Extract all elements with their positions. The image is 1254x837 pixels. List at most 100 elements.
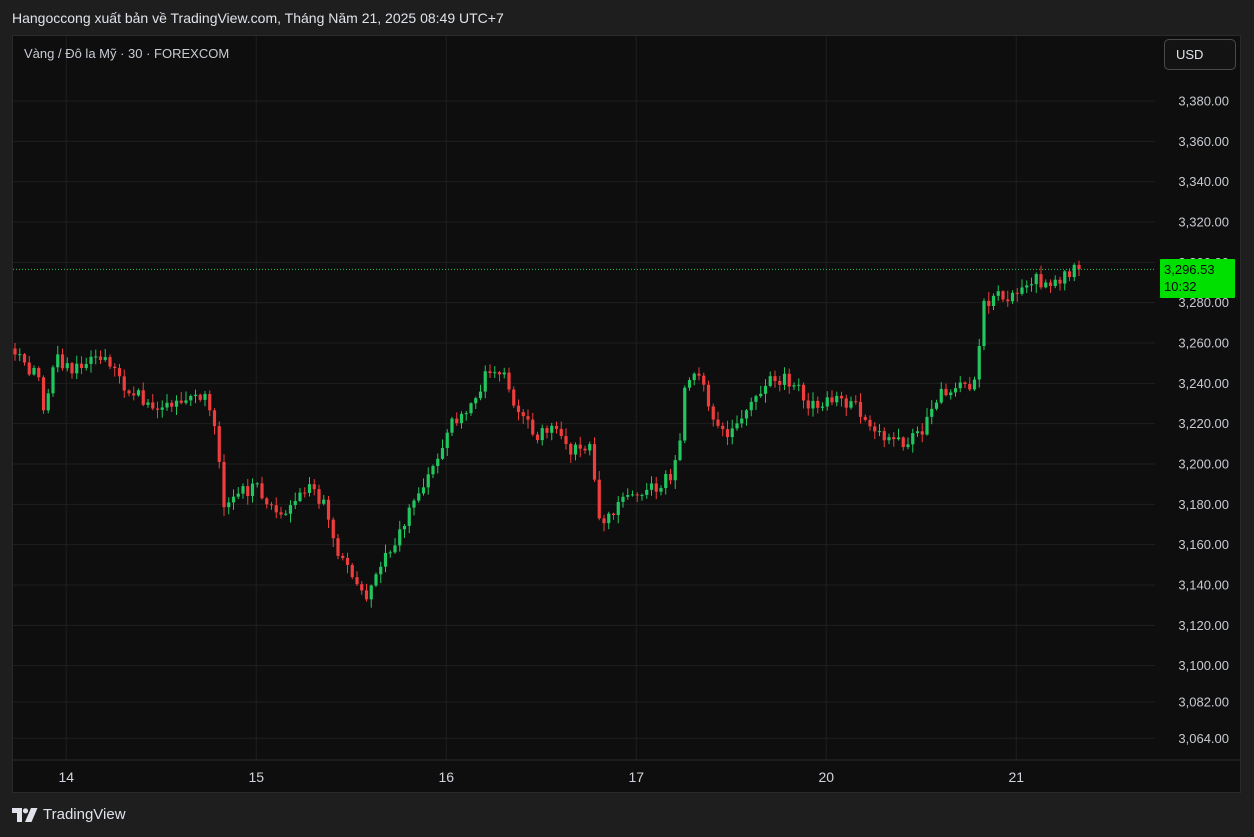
candle-body	[982, 300, 986, 347]
candle-body	[502, 372, 506, 375]
candle-body	[246, 486, 250, 497]
candle-body	[231, 496, 236, 503]
x-tick-label: 16	[438, 769, 454, 785]
candle-body	[336, 538, 340, 556]
candle-body	[241, 486, 245, 494]
candle-body	[702, 375, 706, 385]
candle-body	[37, 367, 41, 378]
candle-body	[526, 416, 530, 420]
y-tick-label: 3,340.00	[1178, 174, 1229, 189]
candle-body	[455, 418, 459, 424]
price-axis[interactable]: 3,380.003,360.003,340.003,320.003,300.00…	[1178, 94, 1229, 746]
candle-body	[288, 505, 293, 514]
candle-body	[208, 394, 212, 411]
candle-body	[13, 348, 17, 355]
candle-body	[203, 394, 207, 400]
candle-body	[934, 402, 939, 409]
candle-body	[388, 552, 392, 554]
price-chart[interactable]: 3,380.003,360.003,340.003,320.003,300.00…	[0, 0, 1254, 837]
y-tick-label: 3,380.00	[1178, 94, 1229, 109]
candle-body	[768, 376, 772, 386]
candle-body	[602, 518, 606, 524]
footer-brand[interactable]: TradingView	[12, 806, 126, 823]
candle-body	[170, 402, 174, 407]
grid-lines	[13, 36, 1155, 760]
candle-body	[521, 412, 525, 417]
candle-body	[193, 394, 198, 397]
candle-body	[630, 494, 635, 496]
candle-body	[645, 489, 649, 495]
time-axis[interactable]: 14 15 16 17 20 21	[13, 759, 1241, 785]
candle-body	[697, 373, 701, 376]
candle-body	[711, 406, 715, 420]
candle-body	[184, 400, 188, 403]
candle-body	[1067, 271, 1072, 278]
last-price-value: 3,296.53	[1164, 262, 1215, 278]
candle-body	[212, 410, 217, 427]
candle-body	[236, 493, 240, 497]
candle-body	[94, 356, 98, 358]
candle-body	[977, 346, 981, 380]
candle-body	[146, 402, 150, 405]
candle-body	[393, 545, 397, 553]
currency-button[interactable]: USD	[1164, 39, 1236, 70]
candle-body	[835, 395, 839, 403]
candle-body	[925, 416, 929, 435]
symbol-label[interactable]: Vàng / Đô la Mỹ · 30 · FOREXCOM	[24, 46, 229, 61]
y-tick-label: 3,200.00	[1178, 457, 1229, 472]
candle-body	[464, 413, 468, 415]
candle-body	[683, 387, 687, 441]
candle-body	[1072, 264, 1076, 278]
candle-body	[1025, 285, 1029, 288]
candle-body	[640, 494, 644, 496]
candle-body	[436, 458, 440, 467]
candle-body	[469, 403, 473, 414]
candle-body	[744, 410, 749, 419]
candle-body	[654, 483, 658, 492]
candle-body	[255, 483, 259, 485]
candle-body	[127, 390, 131, 394]
candle-body	[706, 384, 711, 407]
candle-body	[383, 552, 388, 567]
candle-body	[1029, 284, 1034, 286]
candle-body	[46, 393, 50, 411]
candle-body	[41, 377, 46, 411]
candle-body	[816, 400, 820, 408]
candle-body	[616, 501, 620, 516]
candle-body	[944, 388, 948, 396]
candle-body	[830, 397, 834, 403]
candle-body	[1077, 264, 1081, 270]
candle-body	[407, 507, 411, 526]
candle-body	[160, 407, 164, 410]
candle-body	[141, 390, 145, 405]
candle-body	[440, 447, 445, 459]
candle-body	[132, 393, 136, 396]
candle-body	[858, 401, 863, 417]
candle-body	[611, 513, 616, 516]
candlestick-series	[13, 260, 1081, 608]
y-tick-label: 3,240.00	[1178, 376, 1229, 391]
candle-body	[721, 425, 725, 430]
candle-body	[968, 383, 972, 390]
candle-body	[65, 363, 69, 369]
candle-body	[668, 474, 673, 481]
candle-body	[75, 363, 79, 374]
candle-body	[217, 426, 221, 462]
candle-body	[445, 432, 449, 448]
candle-body	[972, 379, 977, 390]
candle-body	[512, 389, 516, 406]
candle-body	[773, 376, 777, 381]
footer-brand-text: TradingView	[43, 806, 126, 823]
candle-body	[1044, 282, 1048, 288]
candle-body	[896, 437, 901, 440]
candle-body	[573, 444, 578, 455]
candle-body	[483, 371, 487, 392]
candle-body	[117, 368, 122, 377]
candle-body	[550, 425, 554, 433]
candle-body	[113, 366, 117, 369]
candle-body	[759, 393, 763, 397]
candle-body	[189, 396, 193, 401]
candle-body	[493, 372, 497, 374]
candle-body	[89, 356, 93, 364]
last-price-badge: 3,296.53 10:32	[1160, 259, 1235, 299]
